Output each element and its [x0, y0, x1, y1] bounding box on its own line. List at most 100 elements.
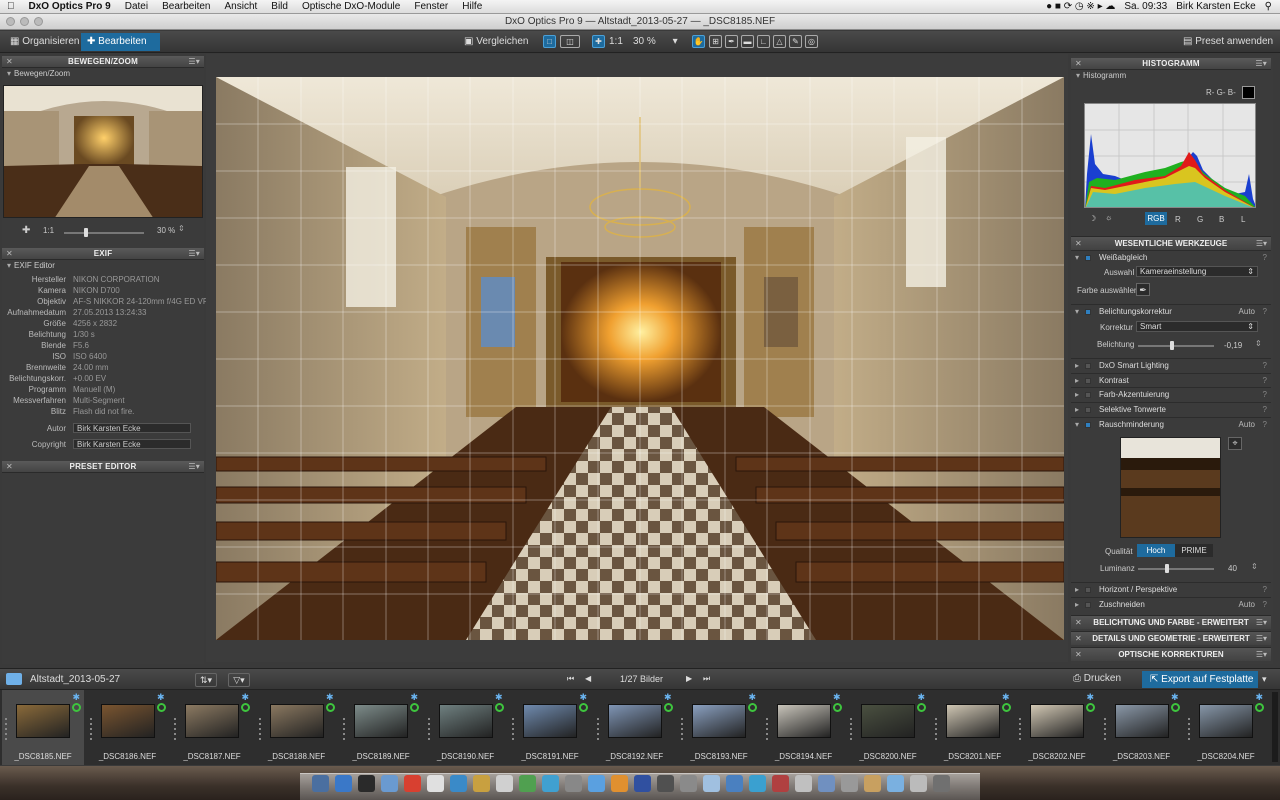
- star-icon[interactable]: ✱: [748, 692, 756, 703]
- dock-app-icon[interactable]: [358, 775, 375, 792]
- menu-icon[interactable]: ☰▾: [1256, 616, 1267, 630]
- eyedropper-icon[interactable]: ✒: [725, 35, 738, 48]
- redeye-tool-icon[interactable]: ◎: [805, 35, 818, 48]
- histogram-sub[interactable]: ▾ Histogramm: [1071, 70, 1271, 81]
- menu-icon[interactable]: ☰▾: [188, 56, 200, 68]
- perspective-tool-icon[interactable]: ∟: [757, 35, 770, 48]
- star-icon[interactable]: ✱: [410, 692, 418, 703]
- star-icon[interactable]: ✱: [1002, 692, 1010, 703]
- tool-toggle[interactable]: [1085, 377, 1091, 384]
- help-icon[interactable]: ?: [1263, 598, 1267, 612]
- star-icon[interactable]: ✱: [1171, 692, 1179, 703]
- menu-app[interactable]: DxO Optics Pro 9: [22, 1, 118, 12]
- dock-app-icon[interactable]: [473, 775, 490, 792]
- drag-handle[interactable]: [1019, 718, 1021, 740]
- noise-toggle[interactable]: [1085, 422, 1091, 428]
- tool-row[interactable]: ▸ Farb-Akzentuierung?: [1071, 387, 1271, 401]
- filmstrip-thumb[interactable]: ✱ _DSC8188.NEF: [256, 690, 338, 765]
- filmstrip-thumb[interactable]: ✱ _DSC8201.NEF: [932, 690, 1014, 765]
- histogram-mode-b[interactable]: B: [1219, 215, 1224, 224]
- drag-handle[interactable]: [174, 718, 176, 740]
- menu-icon[interactable]: ☰▾: [1255, 58, 1267, 70]
- navigator-preview[interactable]: [3, 85, 203, 218]
- filmstrip-thumb[interactable]: ✱ _DSC8185.NEF: [2, 690, 84, 765]
- filmstrip-thumb[interactable]: ✱ _DSC8200.NEF: [847, 690, 929, 765]
- drag-handle[interactable]: [258, 718, 261, 740]
- apply-preset-button[interactable]: ▤ Preset anwenden: [1183, 34, 1273, 50]
- menu-datei[interactable]: Datei: [118, 1, 155, 12]
- filmstrip-thumb[interactable]: ✱ _DSC8186.NEF: [87, 690, 169, 765]
- close-icon[interactable]: ✕: [1075, 616, 1082, 630]
- zoom-window-button[interactable]: [34, 17, 43, 26]
- dock-app-icon[interactable]: [933, 775, 950, 792]
- dock-app-icon[interactable]: [611, 775, 628, 792]
- drag-handle[interactable]: [681, 718, 683, 740]
- close-icon[interactable]: ✕: [1075, 648, 1082, 662]
- filmstrip-thumb[interactable]: ✱ _DSC8202.NEF: [1016, 690, 1098, 765]
- tool-toggle[interactable]: [1085, 392, 1091, 398]
- single-view-icon[interactable]: □: [543, 35, 556, 48]
- first-image-icon[interactable]: ⏮: [567, 674, 574, 684]
- preset-editor-header[interactable]: ✕ PRESET EDITOR ☰▾: [2, 461, 204, 473]
- dock-app-icon[interactable]: [749, 775, 766, 792]
- exposure-toggle[interactable]: [1085, 309, 1091, 315]
- apple-icon[interactable]: : [0, 1, 22, 12]
- tool-noise-reduction[interactable]: ▾ Rauschminderung Auto?: [1071, 417, 1271, 431]
- filmstrip-thumb[interactable]: ✱ _DSC8193.NEF: [678, 690, 760, 765]
- dock-app-icon[interactable]: [657, 775, 674, 792]
- category-optical-corrections[interactable]: ✕ OPTISCHE KORREKTUREN ☰▾: [1071, 647, 1271, 661]
- star-icon[interactable]: ✱: [72, 692, 80, 703]
- filmstrip-thumb[interactable]: ✱ _DSC8187.NEF: [171, 690, 253, 765]
- help-icon[interactable]: ?: [1263, 374, 1267, 388]
- crop-toggle[interactable]: [1085, 602, 1091, 608]
- close-icon[interactable]: ✕: [6, 248, 13, 260]
- tab-edit[interactable]: ✚ Bearbeiten: [81, 33, 160, 51]
- print-button[interactable]: ⎙ Drucken: [1073, 673, 1121, 684]
- quality-high-button[interactable]: Hoch: [1137, 544, 1175, 557]
- filter-icon[interactable]: ▽▾: [228, 673, 250, 687]
- star-icon[interactable]: ✱: [579, 692, 587, 703]
- menu-icon[interactable]: ☰▾: [1256, 648, 1267, 662]
- dock-app-icon[interactable]: [404, 775, 421, 792]
- tool-exposure[interactable]: ▾ Belichtungskorrektur Auto?: [1071, 304, 1271, 318]
- histogram-mode-g[interactable]: G: [1197, 215, 1203, 224]
- close-icon[interactable]: ✕: [1075, 632, 1082, 646]
- histogram-mode-rgb[interactable]: RGB: [1145, 212, 1167, 225]
- sort-icon[interactable]: ⇅▾: [195, 673, 217, 687]
- luminance-knob[interactable]: [1165, 564, 1169, 573]
- filmstrip-thumb[interactable]: ✱ _DSC8191.NEF: [509, 690, 591, 765]
- move-zoom-header[interactable]: ✕ BEWEGEN/ZOOM ☰▾: [2, 56, 204, 68]
- menu-fenster[interactable]: Fenster: [407, 1, 455, 12]
- exposure-value[interactable]: -0,19: [1224, 341, 1242, 350]
- menu-icon[interactable]: ☰▾: [188, 461, 200, 473]
- filmstrip-scrollbar[interactable]: [1272, 692, 1278, 762]
- move-tool-icon[interactable]: ✚: [592, 35, 605, 48]
- hand-tool-icon[interactable]: ✋: [692, 35, 705, 48]
- menubar-user[interactable]: Birk Karsten Ecke: [1176, 1, 1255, 12]
- last-image-icon[interactable]: ⏭: [703, 674, 710, 684]
- tool-row[interactable]: ▸ Kontrast?: [1071, 372, 1271, 388]
- repair-brush-icon[interactable]: ✎: [789, 35, 802, 48]
- drag-handle[interactable]: [5, 718, 7, 740]
- help-icon[interactable]: ?: [1263, 388, 1267, 402]
- category-exposure-advanced[interactable]: ✕ BELICHTUNG UND FARBE - ERWEITERT ☰▾: [1071, 615, 1271, 629]
- dock-app-icon[interactable]: [634, 775, 651, 792]
- stepper-icon[interactable]: ⇕: [1251, 562, 1258, 571]
- minimize-window-button[interactable]: [20, 17, 29, 26]
- help-icon[interactable]: ?: [1263, 359, 1267, 373]
- star-icon[interactable]: ✱: [1086, 692, 1094, 703]
- star-icon[interactable]: ✱: [1255, 692, 1263, 703]
- zoom-one-to-one-button[interactable]: 1:1: [609, 34, 623, 50]
- quality-prime-button[interactable]: PRIME: [1175, 544, 1213, 557]
- horizon-toggle[interactable]: [1085, 587, 1091, 593]
- move-icon[interactable]: ✚: [22, 225, 30, 236]
- tab-organize[interactable]: ▦ Organisieren: [4, 33, 86, 51]
- dock-app-icon[interactable]: [450, 775, 467, 792]
- luminance-value[interactable]: 40: [1228, 564, 1237, 573]
- filmstrip-thumb[interactable]: ✱ _DSC8203.NEF: [1101, 690, 1183, 765]
- nav-zoom-slider[interactable]: [64, 232, 144, 234]
- dock-app-icon[interactable]: [565, 775, 582, 792]
- close-icon[interactable]: ✕: [1075, 58, 1082, 70]
- star-icon[interactable]: ✱: [241, 692, 249, 703]
- filmstrip-thumb[interactable]: ✱ _DSC8204.NEF: [1185, 690, 1267, 765]
